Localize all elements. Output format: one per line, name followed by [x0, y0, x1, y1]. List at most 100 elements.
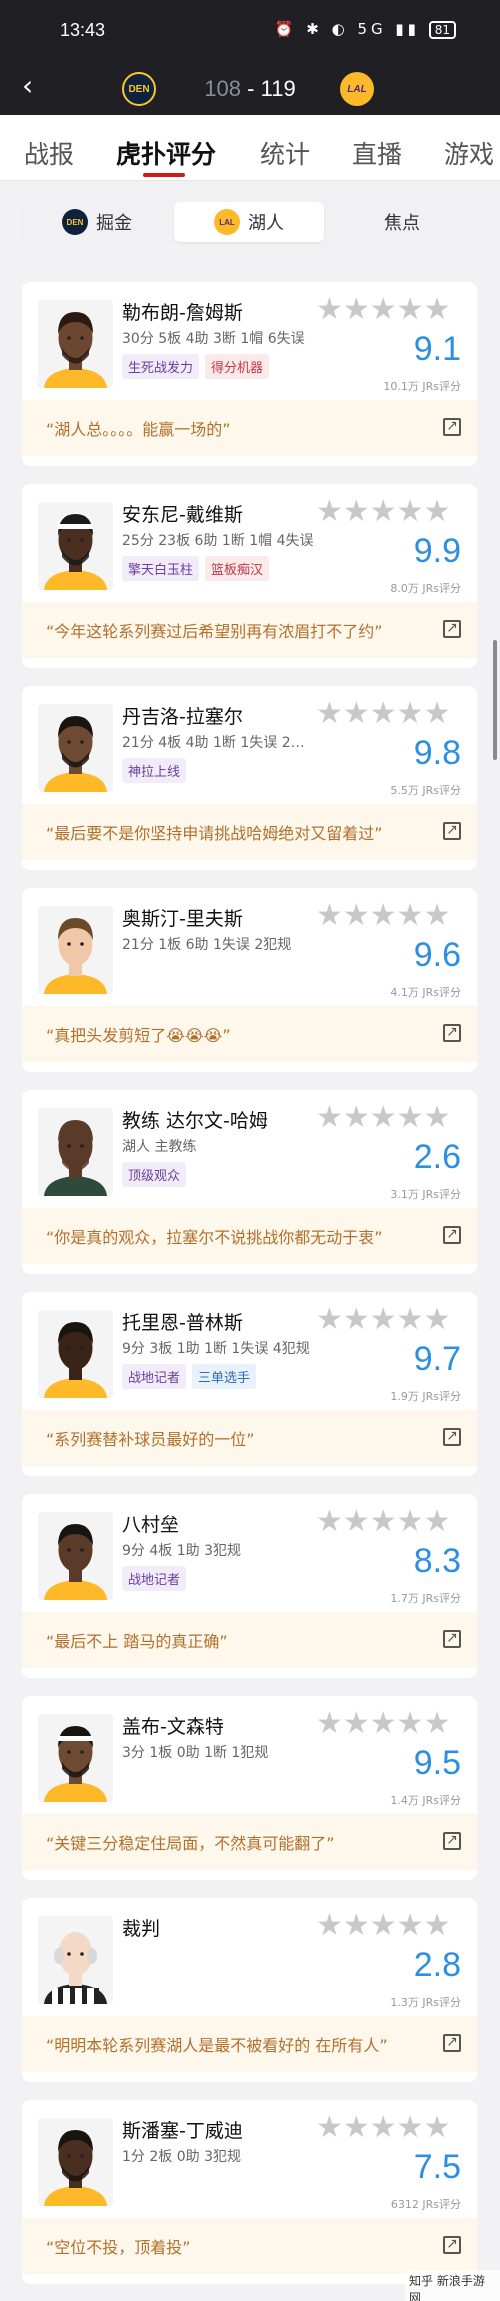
player-score: 9.9 [413, 532, 461, 570]
scrollbar[interactable] [493, 640, 497, 760]
player-avatar [38, 502, 113, 590]
top-comment[interactable]: “湖人总。。。。能赢一场的” [22, 400, 477, 456]
vote-count: 1.9万 JRs评分 [390, 1390, 461, 1403]
player-card[interactable]: 安东尼-戴维斯 25分 23板 6助 1断 1帽 4失误 擎天白玉柱 篮板痴汉 ★… [22, 484, 477, 668]
player-name: 托里恩-普林斯 [122, 1312, 243, 1334]
vote-count: 1.3万 JRs评分 [390, 1996, 461, 2009]
share-icon[interactable]: ↗ [443, 1630, 461, 1648]
watermark: 知乎 新浪手游网 [405, 2270, 500, 2301]
top-comment[interactable]: “真把头发剪短了😭😭😭” [22, 1006, 477, 1062]
player-tag: 战地记者 [122, 1364, 187, 1389]
status-signal-icon: ⏰ ✱ ◐ 5G ▮▮ [274, 20, 420, 38]
segment-lakers[interactable]: LAL 湖人 [174, 202, 324, 242]
rating-stars-icon[interactable]: ★★★★★ [316, 696, 450, 731]
player-stats: 9分 3板 1助 1断 1失误 4犯规 [122, 1341, 310, 1357]
player-avatar [38, 1512, 113, 1600]
top-comment[interactable]: “空位不投，顶着投” [22, 2218, 477, 2274]
tab-ratings[interactable]: 虎扑评分 [116, 135, 216, 171]
player-card[interactable]: 勒布朗-詹姆斯 30分 5板 4助 3断 1帽 6失误 生死战发力 得分机器 ★★… [22, 282, 477, 466]
vote-count: 8.0万 JRs评分 [390, 582, 461, 595]
player-score: 9.7 [413, 1340, 461, 1378]
player-stats: 1分 2板 0助 3犯规 [122, 2149, 241, 2165]
player-score: 2.8 [413, 1946, 461, 1984]
share-icon[interactable]: ↗ [443, 822, 461, 840]
player-score: 9.6 [413, 936, 461, 974]
player-card[interactable]: 斯潘塞-丁威迪 1分 2板 0助 3犯规 ★★★★★ 7.5 6312 JRs评… [22, 2100, 477, 2284]
player-avatar [38, 704, 113, 792]
player-card[interactable]: 丹吉洛-拉塞尔 21分 4板 4助 1断 1失误 2犯规 神拉上线 ★★★★★ … [22, 686, 477, 870]
player-score: 9.1 [413, 330, 461, 368]
top-comment[interactable]: “关键三分稳定住局面，不然真可能翻了” [22, 1814, 477, 1870]
player-stats: 30分 5板 4助 3断 1帽 6失误 [122, 331, 305, 347]
player-tag: 神拉上线 [122, 758, 187, 783]
tab-stats[interactable]: 统计 [260, 135, 310, 171]
top-comment[interactable]: “明明本轮系列赛湖人是最不被看好的 在所有人” [22, 2016, 477, 2072]
player-card[interactable]: 盖布-文森特 3分 1板 0助 1断 1犯规 ★★★★★ 9.5 1.4万 JR… [22, 1696, 477, 1880]
player-card[interactable]: 奥斯汀-里夫斯 21分 1板 6助 1失误 2犯规 ★★★★★ 9.6 4.1万… [22, 888, 477, 1072]
player-name: 丹吉洛-拉塞尔 [122, 706, 243, 728]
player-tags: 擎天白玉柱 篮板痴汉 [122, 556, 275, 581]
rating-stars-icon[interactable]: ★★★★★ [316, 2110, 450, 2145]
top-comment[interactable]: “今年这轮系列赛过后希望别再有浓眉打不了约” [22, 602, 477, 658]
share-icon[interactable]: ↗ [443, 1428, 461, 1446]
share-icon[interactable]: ↗ [443, 1024, 461, 1042]
player-avatar [38, 300, 113, 388]
segment-focus[interactable]: 焦点 [327, 198, 477, 246]
player-name: 教练 达尔文-哈姆 [122, 1110, 268, 1132]
share-icon[interactable]: ↗ [443, 418, 461, 436]
rating-stars-icon[interactable]: ★★★★★ [316, 1100, 450, 1135]
player-avatar [38, 1310, 113, 1398]
player-avatar [38, 1916, 113, 2004]
player-name: 奥斯汀-里夫斯 [122, 908, 243, 930]
status-time: 13:43 [60, 20, 106, 40]
top-comment[interactable]: “最后要不是你坚持申请挑战哈姆绝对又留着过” [22, 804, 477, 860]
header-bar: 13:43 ⏰ ✱ ◐ 5G ▮▮ 81 ‹ DEN 108 - 119 LAL [0, 0, 500, 115]
vote-count: 4.1万 JRs评分 [390, 986, 461, 999]
share-icon[interactable]: ↗ [443, 2236, 461, 2254]
back-icon[interactable]: ‹ [22, 72, 33, 100]
rating-stars-icon[interactable]: ★★★★★ [316, 292, 450, 327]
team-segment-control: DEN 掘金 LAL 湖人 焦点 [22, 198, 477, 246]
segment-label: 焦点 [384, 213, 420, 234]
player-card[interactable]: 裁判 ★★★★★ 2.8 1.3万 JRs评分 “明明本轮系列赛湖人是最不被看好… [22, 1898, 477, 2082]
share-icon[interactable]: ↗ [443, 620, 461, 638]
player-score: 8.3 [413, 1542, 461, 1580]
player-stats: 21分 1板 6助 1失误 2犯规 [122, 937, 292, 953]
player-name: 安东尼-戴维斯 [122, 504, 243, 526]
player-card[interactable]: 教练 达尔文-哈姆 湖人 主教练 顶级观众 ★★★★★ 2.6 3.1万 JRs… [22, 1090, 477, 1274]
player-score: 7.5 [413, 2148, 461, 2186]
player-tag: 战地记者 [122, 1566, 187, 1591]
rating-stars-icon[interactable]: ★★★★★ [316, 898, 450, 933]
player-stats: 3分 1板 0助 1断 1犯规 [122, 1745, 269, 1761]
player-tag: 得分机器 [205, 354, 270, 379]
tab-games[interactable]: 游戏 [444, 135, 494, 171]
rating-stars-icon[interactable]: ★★★★★ [316, 1302, 450, 1337]
player-name: 八村垒 [122, 1514, 180, 1536]
game-score: 108 - 119 [170, 76, 330, 102]
player-card[interactable]: 托里恩-普林斯 9分 3板 1助 1断 1失误 4犯规 战地记者 三单选手 ★★★… [22, 1292, 477, 1476]
player-tags: 战地记者 [122, 1566, 192, 1591]
player-avatar [38, 906, 113, 994]
player-name: 勒布朗-詹姆斯 [122, 302, 243, 324]
tab-report[interactable]: 战报 [24, 135, 74, 171]
active-tab-indicator [143, 173, 185, 177]
tab-live[interactable]: 直播 [352, 135, 402, 171]
vote-count: 1.4万 JRs评分 [390, 1794, 461, 1807]
segment-nuggets[interactable]: DEN 掘金 [22, 198, 172, 246]
rating-stars-icon[interactable]: ★★★★★ [316, 1908, 450, 1943]
player-score: 9.5 [413, 1744, 461, 1782]
share-icon[interactable]: ↗ [443, 1832, 461, 1850]
player-tag: 生死战发力 [122, 354, 200, 379]
top-comment[interactable]: “系列赛替补球员最好的一位” [22, 1410, 477, 1466]
player-card[interactable]: 八村垒 9分 4板 1助 3犯规 战地记者 ★★★★★ 8.3 1.7万 JRs… [22, 1494, 477, 1678]
share-icon[interactable]: ↗ [443, 2034, 461, 2052]
rating-stars-icon[interactable]: ★★★★★ [316, 1504, 450, 1539]
rating-stars-icon[interactable]: ★★★★★ [316, 494, 450, 529]
battery-icon: 81 [428, 21, 456, 39]
top-comment[interactable]: “最后不上 踏马的真正确” [22, 1612, 477, 1668]
player-score: 2.6 [413, 1138, 461, 1176]
share-icon[interactable]: ↗ [443, 1226, 461, 1244]
top-comment[interactable]: “你是真的观众，拉塞尔不说挑战你都无动于衷” [22, 1208, 477, 1264]
main-tabs: 战报 虎扑评分 统计 直播 游戏 [0, 115, 500, 181]
rating-stars-icon[interactable]: ★★★★★ [316, 1706, 450, 1741]
